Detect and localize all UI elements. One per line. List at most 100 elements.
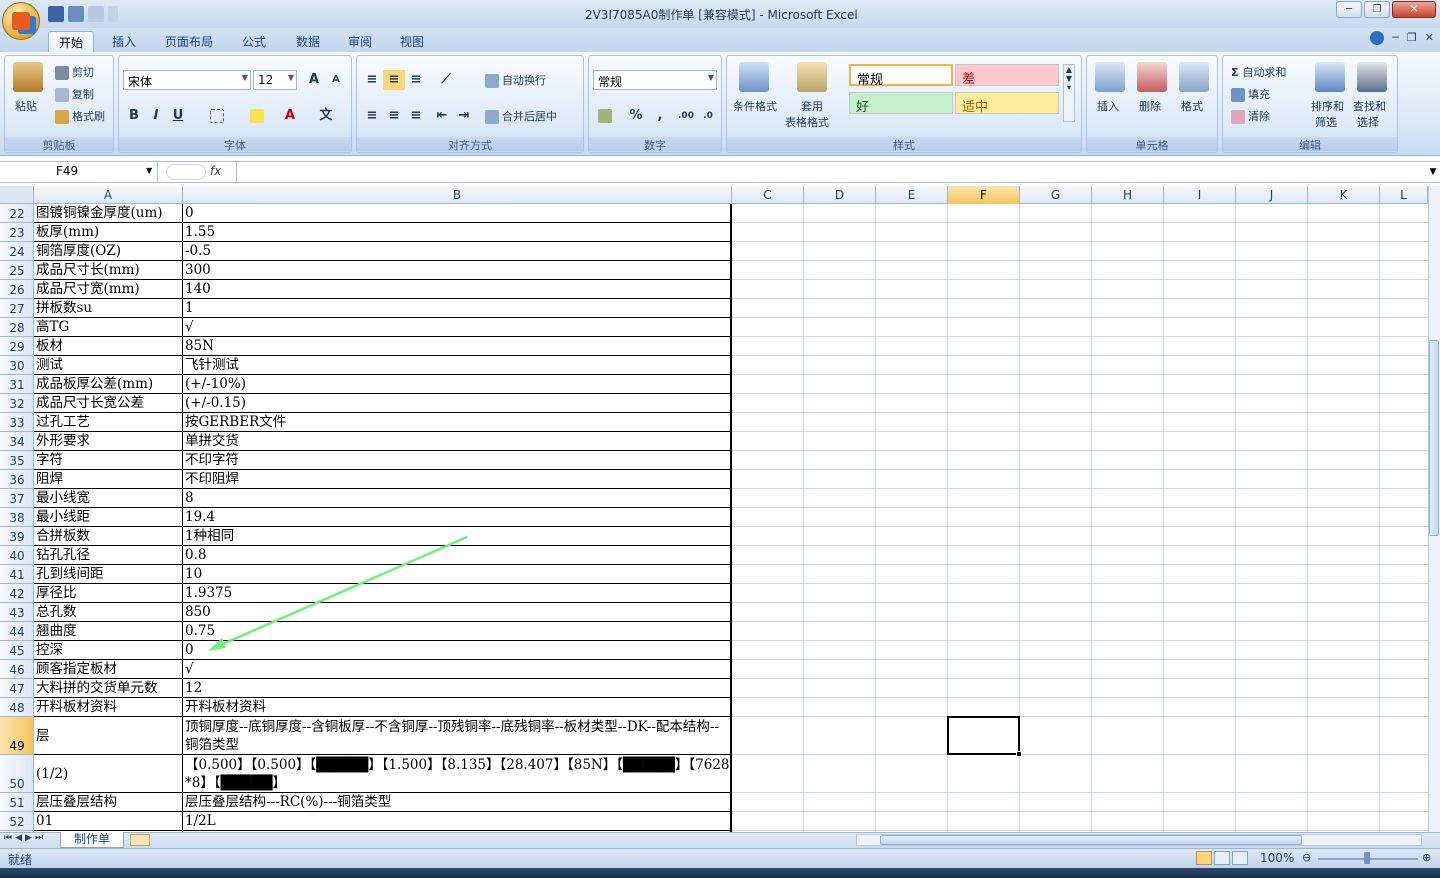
ribbon-close-icon[interactable]: ✕ — [1425, 31, 1434, 45]
column-header-h[interactable]: H — [1092, 186, 1164, 204]
row-header-48[interactable]: 48 — [0, 698, 33, 717]
orientation-icon[interactable]: ⟋ — [435, 70, 457, 90]
sheet-nav-arrows-icon[interactable]: ⏮◀▶⏭ — [4, 833, 46, 843]
cell-b-25[interactable]: 300 — [184, 262, 730, 280]
insert-cells-button[interactable]: 插入 — [1097, 98, 1119, 114]
fill-handle[interactable] — [1016, 751, 1022, 757]
style-bad[interactable]: 差 — [955, 64, 1059, 87]
undo-icon[interactable] — [68, 6, 84, 22]
cell-b-22[interactable]: 0 — [184, 205, 730, 223]
column-header-d[interactable]: D — [804, 186, 876, 204]
cell-a-49[interactable]: 层 — [35, 728, 182, 745]
row-header-26[interactable]: 26 — [0, 280, 33, 299]
select-all-button[interactable] — [0, 186, 34, 204]
row-header-43[interactable]: 43 — [0, 603, 33, 622]
cell-b-30[interactable]: 飞针测试 — [184, 357, 730, 375]
row-header-36[interactable]: 36 — [0, 470, 33, 489]
vertical-scroll-thumb[interactable] — [1429, 340, 1439, 536]
cell-a-35[interactable]: 字符 — [35, 452, 182, 469]
copy-button[interactable]: 复制 — [55, 86, 94, 102]
cell-a-27[interactable]: 拼板数su — [35, 300, 182, 317]
tab-insert[interactable]: 插入 — [104, 31, 144, 52]
ribbon-restore-icon[interactable]: ❐ — [1407, 31, 1417, 45]
row-header-49[interactable]: 49 — [0, 717, 33, 755]
row-header-41[interactable]: 41 — [0, 565, 33, 584]
insert-function-button[interactable]: fx — [210, 164, 221, 178]
cell-a-46[interactable]: 顾客指定板材 — [35, 661, 182, 678]
shrink-font-button[interactable]: A — [325, 70, 347, 90]
cell-a-42[interactable]: 厚径比 — [35, 585, 182, 602]
align-left-icon[interactable]: ≡ — [361, 106, 383, 126]
format-cells-button[interactable]: 格式 — [1181, 98, 1203, 114]
format-table-label-a[interactable]: 套用 — [801, 98, 823, 114]
column-header-e[interactable]: E — [876, 186, 948, 204]
fill-color-button[interactable] — [247, 106, 269, 126]
worksheet-grid[interactable]: 图镀铜镍金厚度(um) 0 板厚(mm) 1.55 铜箔厚度(OZ) -0.5 成品尺寸长(… — [34, 204, 1428, 832]
decrease-decimal-icon[interactable]: .0 — [697, 106, 719, 126]
cell-a-23[interactable]: 板厚(mm) — [35, 224, 182, 241]
tab-formulas[interactable]: 公式 — [234, 31, 274, 52]
row-header-31[interactable]: 31 — [0, 375, 33, 394]
wrap-text-button[interactable]: 自动换行 — [485, 72, 546, 88]
ribbon-minimize-icon[interactable]: ─ — [1392, 31, 1399, 45]
page-layout-view-icon[interactable] — [1214, 851, 1230, 865]
row-header-29[interactable]: 29 — [0, 337, 33, 356]
conditional-format-button[interactable]: 条件格式 — [733, 98, 777, 114]
cell-a-22[interactable]: 图镀铜镍金厚度(um) — [35, 205, 182, 222]
cell-a-31[interactable]: 成品板厚公差(mm) — [35, 376, 182, 393]
row-header-39[interactable]: 39 — [0, 527, 33, 546]
name-box[interactable]: F49 — [0, 161, 158, 183]
row-header-50[interactable]: 50 — [0, 755, 33, 793]
cell-b-26[interactable]: 140 — [184, 281, 730, 299]
zoom-out-icon[interactable]: ⊖ — [1302, 851, 1311, 864]
cell-a-41[interactable]: 孔到线间距 — [35, 566, 182, 583]
page-break-view-icon[interactable] — [1232, 851, 1248, 865]
cell-a-25[interactable]: 成品尺寸长(mm) — [35, 262, 182, 279]
row-header-42[interactable]: 42 — [0, 584, 33, 603]
cell-b-51[interactable]: 层压叠层结构---RC(%)---铜箔类型 — [184, 794, 730, 812]
row-header-44[interactable]: 44 — [0, 622, 33, 641]
insert-sheet-icon[interactable] — [130, 834, 150, 846]
increase-indent-icon[interactable]: ⇥ — [453, 106, 475, 126]
cell-a-38[interactable]: 最小线距 — [35, 509, 182, 526]
cut-button[interactable]: 剪切 — [55, 64, 94, 80]
cell-b-36[interactable]: 不印阻焊 — [184, 471, 730, 489]
cell-a-36[interactable]: 阻焊 — [35, 471, 182, 488]
align-right-icon[interactable]: ≡ — [405, 106, 427, 126]
sheet-tab[interactable]: 制作单 — [60, 832, 124, 848]
column-header-l[interactable]: L — [1380, 186, 1428, 204]
tab-page-layout[interactable]: 页面布局 — [158, 31, 220, 52]
column-header-f[interactable]: F — [948, 186, 1020, 204]
row-header-32[interactable]: 32 — [0, 394, 33, 413]
style-neutral[interactable]: 适中 — [955, 92, 1059, 115]
find-select-button[interactable]: 选择 — [1357, 114, 1379, 130]
row-header-34[interactable]: 34 — [0, 432, 33, 451]
cell-a-50[interactable]: (1/2) — [35, 766, 182, 783]
row-header-25[interactable]: 25 — [0, 261, 33, 280]
expand-formula-icon[interactable]: ▼ — [1426, 162, 1440, 182]
increase-decimal-icon[interactable]: .00 — [675, 106, 697, 126]
office-button[interactable] — [2, 2, 40, 40]
cell-a-24[interactable]: 铜箔厚度(OZ) — [35, 243, 182, 260]
row-header-22[interactable]: 22 — [0, 204, 33, 223]
format-painter-button[interactable]: 格式刷 — [55, 108, 105, 124]
cell-a-39[interactable]: 合拼板数 — [35, 528, 182, 545]
cell-a-26[interactable]: 成品尺寸宽(mm) — [35, 281, 182, 298]
font-color-button[interactable]: A — [279, 106, 301, 126]
minimize-button[interactable]: ─ — [1336, 1, 1362, 18]
column-header-j[interactable]: J — [1236, 186, 1308, 204]
merge-center-button[interactable]: 合并后居中 — [485, 108, 557, 124]
cell-b-37[interactable]: 8 — [184, 490, 730, 508]
grow-font-button[interactable]: A — [303, 70, 325, 90]
align-middle-icon[interactable]: ≡ — [383, 70, 405, 90]
number-format-select[interactable]: 常规 ▼ — [593, 70, 717, 90]
cell-a-29[interactable]: 板材 — [35, 338, 182, 355]
active-cell-highlight[interactable] — [947, 716, 1020, 755]
autosum-button[interactable]: Σ 自动求和 — [1231, 64, 1287, 80]
row-header-51[interactable]: 51 — [0, 793, 33, 812]
percent-button[interactable]: % — [625, 106, 647, 126]
row-header-30[interactable]: 30 — [0, 356, 33, 375]
decrease-indent-icon[interactable]: ⇤ — [431, 106, 453, 126]
currency-icon[interactable] — [595, 106, 617, 126]
row-header-23[interactable]: 23 — [0, 223, 33, 242]
